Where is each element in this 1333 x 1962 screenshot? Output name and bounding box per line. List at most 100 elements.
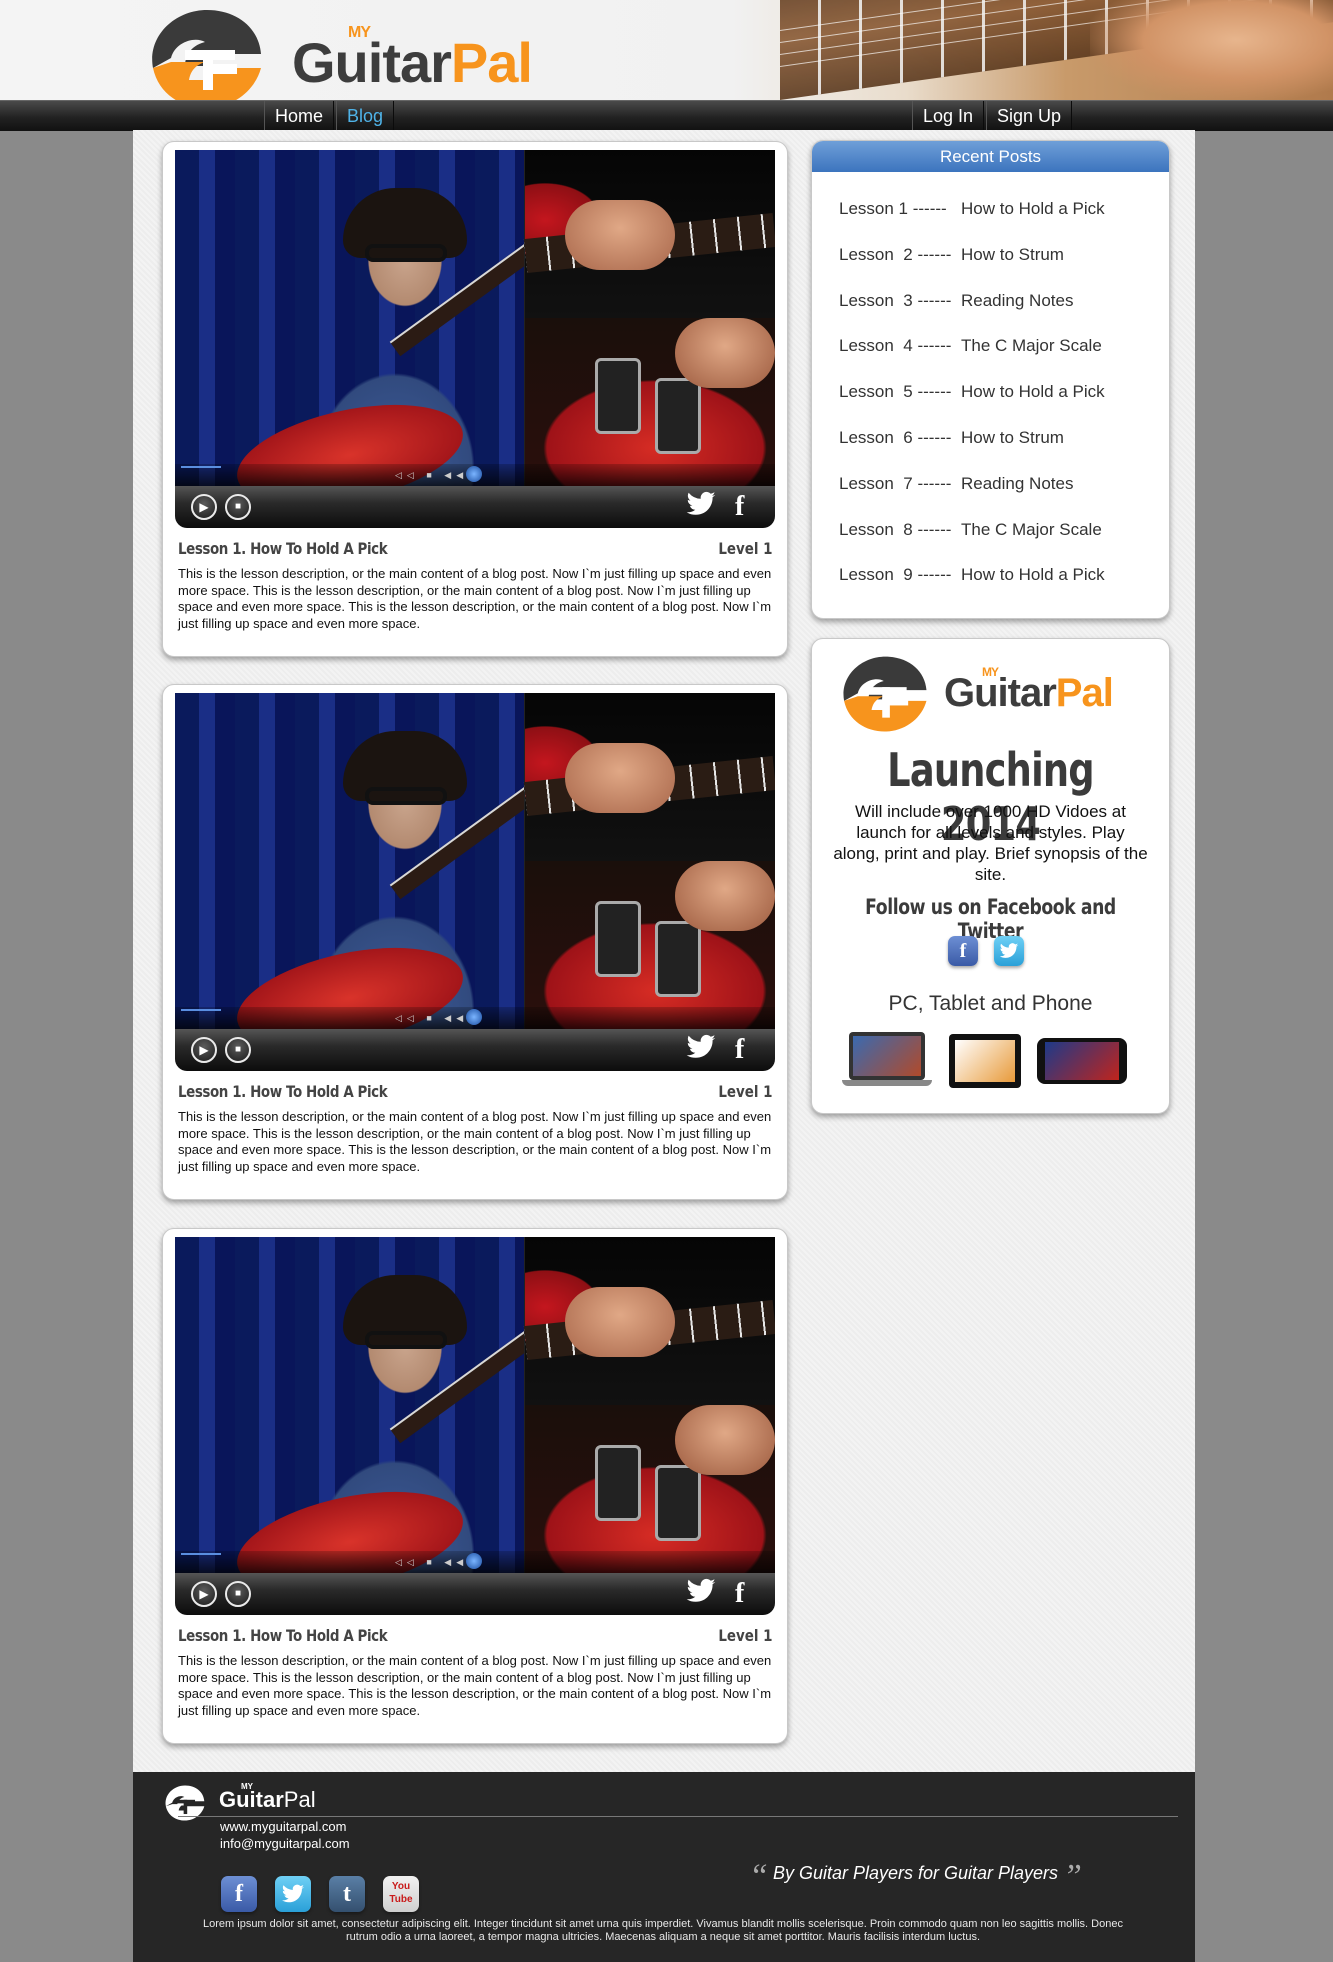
play-icon[interactable]: ▶ xyxy=(191,494,217,520)
footer-facebook-icon[interactable]: f xyxy=(221,1876,257,1912)
video-player[interactable]: ◁◁ ■ ◀◀ xyxy=(175,693,775,1029)
footer-brand-accent: Pal xyxy=(283,1787,316,1812)
post-title[interactable]: Lesson 1. How To Hold A Pick xyxy=(178,1082,388,1101)
recent-post-title[interactable]: The C Major Scale xyxy=(961,520,1102,540)
brand-prefix: MY xyxy=(348,24,371,41)
phone-image xyxy=(1037,1038,1127,1084)
promo-brand-accent: Pal xyxy=(1055,671,1114,715)
nav-bar: Home Blog Log In Sign Up xyxy=(0,100,1333,131)
recent-post-title[interactable]: How to Strum xyxy=(961,428,1064,448)
twitter-icon[interactable] xyxy=(685,491,717,524)
post-title[interactable]: Lesson 1. How To Hold A Pick xyxy=(178,539,388,558)
recent-posts-heading: Recent Posts xyxy=(812,141,1169,172)
recent-post-title[interactable]: How to Hold a Pick xyxy=(961,382,1105,402)
recent-post-item[interactable]: Lesson 9 ------ How to Hold a Pick xyxy=(839,565,1105,585)
launch-description: Will include over 1000 HD Vidoes at laun… xyxy=(833,802,1148,884)
nav-signup[interactable]: Sign Up xyxy=(986,101,1073,131)
video-player[interactable]: ◁◁ ■ ◀◀ xyxy=(175,1237,775,1573)
recent-post-item[interactable]: Lesson 5 ------ How to Hold a Pick xyxy=(839,382,1105,402)
laptop-image xyxy=(849,1032,925,1080)
post-level: Level 1 xyxy=(718,1082,773,1101)
stop-icon[interactable]: ■ xyxy=(225,1037,251,1063)
brand-accent: Pal xyxy=(450,31,533,94)
recent-post-number: Lesson 4 ------ xyxy=(839,336,952,356)
recent-post-title[interactable]: How to Hold a Pick xyxy=(961,199,1105,219)
stop-icon[interactable]: ■ xyxy=(225,1581,251,1607)
footer-brand-prefix: MY xyxy=(241,1782,253,1791)
video-control-bar: ▶ ■ f xyxy=(175,1029,775,1071)
video-frame-bottom-right xyxy=(525,1405,775,1573)
recent-post-title[interactable]: Reading Notes xyxy=(961,291,1073,311)
facebook-icon[interactable]: f xyxy=(948,936,978,966)
video-frame-top-right xyxy=(523,1237,775,1405)
footer-website-link[interactable]: www.myguitarpal.com xyxy=(220,1819,346,1834)
video-seek-bar[interactable]: ◁◁ ■ ◀◀ xyxy=(175,464,775,486)
logo-icon[interactable] xyxy=(145,6,263,112)
promo-brand-wordmark: MY GuitarPal xyxy=(944,665,1114,716)
brand-wordmark[interactable]: MY GuitarPal xyxy=(292,24,533,95)
play-icon[interactable]: ▶ xyxy=(191,1037,217,1063)
recent-post-item[interactable]: Lesson 1 ------ How to Hold a Pick xyxy=(839,199,1105,219)
video-frame-bottom-right xyxy=(525,318,775,486)
footer-tumblr-icon[interactable]: t xyxy=(329,1876,365,1912)
post-description: This is the lesson description, or the m… xyxy=(178,1653,772,1719)
twitter-icon[interactable] xyxy=(994,936,1024,966)
video-frame-top-right xyxy=(523,693,775,861)
logo-icon xyxy=(843,656,927,732)
recent-post-title[interactable]: Reading Notes xyxy=(961,474,1073,494)
recent-post-item[interactable]: Lesson 3 ------ Reading Notes xyxy=(839,290,1073,311)
video-seek-bar[interactable]: ◁◁ ■ ◀◀ xyxy=(175,1007,775,1029)
post-description: This is the lesson description, or the m… xyxy=(178,1109,772,1175)
video-frame-main xyxy=(175,150,555,486)
footer-twitter-icon[interactable] xyxy=(275,1876,311,1912)
recent-post-title[interactable]: The C Major Scale xyxy=(961,336,1102,356)
stop-icon[interactable]: ■ xyxy=(225,494,251,520)
close-quote-icon: ” xyxy=(1063,1858,1082,1895)
video-control-bar: ▶ ■ f xyxy=(175,486,775,528)
youtube-icon-label: You Tube xyxy=(389,1881,413,1905)
facebook-icon[interactable]: f xyxy=(735,491,744,523)
recent-post-number: Lesson 9 ------ xyxy=(839,565,952,585)
header-hand-image xyxy=(1090,0,1333,100)
video-frame-main xyxy=(175,1237,555,1573)
recent-post-number: Lesson 7 ------ xyxy=(839,473,952,493)
facebook-icon[interactable]: f xyxy=(735,1578,744,1610)
twitter-icon[interactable] xyxy=(685,1034,717,1067)
video-frame-main xyxy=(175,693,555,1029)
video-frame-bottom-right xyxy=(525,861,775,1029)
footer-lorem: Lorem ipsum dolor sit amet, consectetur … xyxy=(203,1918,1123,1943)
launch-promo-panel: MY GuitarPal Launching 2014 Will include… xyxy=(811,638,1170,1114)
recent-post-number: Lesson 3 ------ xyxy=(839,290,952,310)
play-icon[interactable]: ▶ xyxy=(191,1581,217,1607)
nav-blog[interactable]: Blog xyxy=(336,101,395,131)
recent-post-number: Lesson 8 ------ xyxy=(839,519,952,539)
recent-post-number: Lesson 2 ------ xyxy=(839,244,952,264)
blog-post-card: ◁◁ ■ ◀◀ ▶ ■ f Lesson 1. How To Hold A Pi… xyxy=(162,684,788,1200)
recent-post-item[interactable]: Lesson 2 ------ How to Strum xyxy=(839,244,1064,265)
footer-youtube-icon[interactable]: You Tube xyxy=(383,1876,419,1912)
post-description: This is the lesson description, or the m… xyxy=(178,566,772,632)
footer-divider xyxy=(178,1816,1178,1817)
footer-brand: MY GuitarPal xyxy=(219,1782,316,1813)
tablet-image xyxy=(949,1034,1021,1088)
facebook-icon[interactable]: f xyxy=(735,1034,744,1066)
open-quote-icon: “ xyxy=(749,1858,768,1895)
post-title[interactable]: Lesson 1. How To Hold A Pick xyxy=(178,1626,388,1645)
recent-post-title[interactable]: How to Strum xyxy=(961,245,1064,265)
nav-login[interactable]: Log In xyxy=(912,101,985,131)
recent-post-item[interactable]: Lesson 7 ------ Reading Notes xyxy=(839,473,1073,494)
promo-brand-main: Guitar xyxy=(944,671,1057,715)
footer-tagline-text: By Guitar Players for Guitar Players xyxy=(772,1863,1059,1883)
video-player[interactable]: ◁◁ ■ ◀◀ xyxy=(175,150,775,486)
recent-post-item[interactable]: Lesson 6 ------ How to Strum xyxy=(839,428,1064,448)
recent-post-title[interactable]: How to Hold a Pick xyxy=(961,565,1105,585)
site-footer: MY GuitarPal www.myguitarpal.com info@my… xyxy=(133,1772,1195,1962)
recent-post-item[interactable]: Lesson 8 ------ The C Major Scale xyxy=(839,519,1102,540)
footer-email-link[interactable]: info@myguitarpal.com xyxy=(220,1836,350,1851)
recent-post-number: Lesson 6 ------ xyxy=(839,428,952,447)
recent-post-item[interactable]: Lesson 4 ------ The C Major Scale xyxy=(839,336,1102,356)
blog-post-card: ◁◁ ■ ◀◀ ▶ ■ f Lesson 1. How To Hold A Pi… xyxy=(162,141,788,657)
video-seek-bar[interactable]: ◁◁ ■ ◀◀ xyxy=(175,1551,775,1573)
twitter-icon[interactable] xyxy=(685,1578,717,1611)
nav-home[interactable]: Home xyxy=(264,101,335,131)
